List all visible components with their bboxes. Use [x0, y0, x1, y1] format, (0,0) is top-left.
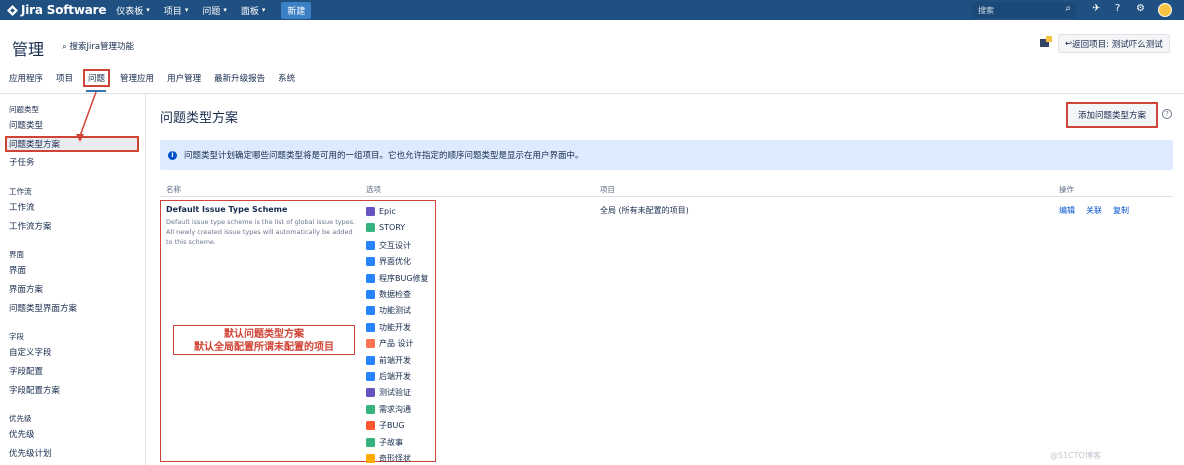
- issue-type-item: 界面优化: [366, 256, 411, 267]
- issue-type-icon: [366, 437, 375, 447]
- issue-type-item: 奇形怪状: [366, 453, 411, 464]
- help-icon[interactable]: ?: [1162, 109, 1172, 119]
- issue-type-item: 测试验证: [366, 387, 411, 398]
- table-header-divider: [160, 196, 1173, 197]
- issue-type-item: 后端开发: [366, 371, 411, 382]
- issue-type-item: 功能开发: [366, 322, 411, 333]
- issue-type-label: 程序BUG修复: [379, 273, 429, 283]
- issue-type-icon: [366, 240, 375, 250]
- issue-type-label: 数据检查: [379, 290, 411, 299]
- issue-type-item: Epic: [366, 207, 396, 216]
- column-header-options: 选项: [366, 185, 381, 194]
- issue-type-icon: [366, 372, 375, 381]
- issue-type-icon: [366, 322, 375, 332]
- issue-type-item: 需求沟通: [366, 404, 411, 415]
- copy-link[interactable]: 复制: [1113, 205, 1129, 216]
- issue-type-icon: [366, 454, 375, 463]
- issue-type-icon: [366, 388, 375, 398]
- edit-link[interactable]: 编辑: [1059, 205, 1075, 216]
- info-message: i 问题类型计划确定哪些问题类型将是可用的一组项目。它也允许指定的顺序问题类型是…: [160, 140, 1173, 170]
- issue-type-label: 奇形怪状: [379, 454, 411, 463]
- issue-type-item: 子BUG: [366, 420, 405, 431]
- annotation-line-1: 默认问题类型方案: [224, 329, 304, 340]
- issue-type-item: 产品 设计: [366, 338, 414, 349]
- annotation-line-2: 默认全局配置所谓未配置的项目: [194, 342, 334, 353]
- column-header-actions: 操作: [1059, 185, 1074, 194]
- issue-type-item: 数据检查: [366, 289, 411, 300]
- main-title: 问题类型方案: [160, 111, 239, 126]
- issue-type-label: 子BUG: [379, 421, 405, 431]
- issue-type-item: 功能测试: [366, 305, 411, 316]
- add-issue-type-scheme-button[interactable]: 添加问题类型方案: [1066, 102, 1158, 128]
- issue-type-label: 功能测试: [379, 306, 411, 316]
- scheme-name: Default Issue Type Scheme: [166, 205, 288, 214]
- associate-link[interactable]: 关联: [1086, 205, 1102, 216]
- issue-type-icon: [366, 257, 375, 267]
- issue-type-label: 交互设计: [379, 240, 411, 250]
- issue-type-label: 前端开发: [379, 355, 411, 365]
- issue-type-icon: [366, 207, 375, 216]
- column-header-project: 项目: [600, 185, 615, 194]
- issue-type-icon: [366, 290, 375, 299]
- scheme-project: 全局 (所有未配置的项目): [600, 206, 689, 215]
- annotation-callout: 默认问题类型方案 默认全局配置所谓未配置的项目: [173, 325, 355, 355]
- issue-type-label: STORY: [379, 223, 406, 233]
- info-icon: i: [168, 150, 177, 160]
- issue-type-label: 子故事: [379, 437, 403, 447]
- scheme-description: Default issue type scheme is the list of…: [166, 218, 356, 246]
- column-header-name: 名称: [166, 185, 181, 194]
- issue-type-item: 程序BUG修复: [366, 273, 429, 284]
- info-text: 问题类型计划确定哪些问题类型将是可用的一组项目。它也允许指定的顺序问题类型是显示…: [184, 151, 584, 161]
- issue-type-label: 测试验证: [379, 388, 411, 398]
- issue-type-icon: [366, 339, 375, 349]
- issue-type-item: 交互设计: [366, 240, 411, 251]
- issue-type-label: 产品 设计: [379, 339, 414, 349]
- issue-type-icon: [366, 355, 375, 365]
- watermark: @51CTO博客: [1050, 451, 1101, 460]
- issue-type-label: Epic: [379, 207, 396, 216]
- issue-type-item: 子故事: [366, 437, 403, 448]
- issue-type-icon: [366, 273, 375, 283]
- issue-type-item: STORY: [366, 223, 406, 233]
- issue-type-icon: [366, 404, 375, 414]
- issue-type-label: 后端开发: [379, 372, 411, 381]
- issue-type-label: 界面优化: [379, 257, 411, 267]
- issue-type-label: 功能开发: [379, 322, 411, 332]
- issue-type-icon: [366, 421, 375, 431]
- issue-type-item: 前端开发: [366, 355, 411, 366]
- issue-type-icon: [366, 306, 375, 316]
- issue-type-icon: [366, 223, 375, 233]
- issue-type-label: 需求沟通: [379, 404, 411, 414]
